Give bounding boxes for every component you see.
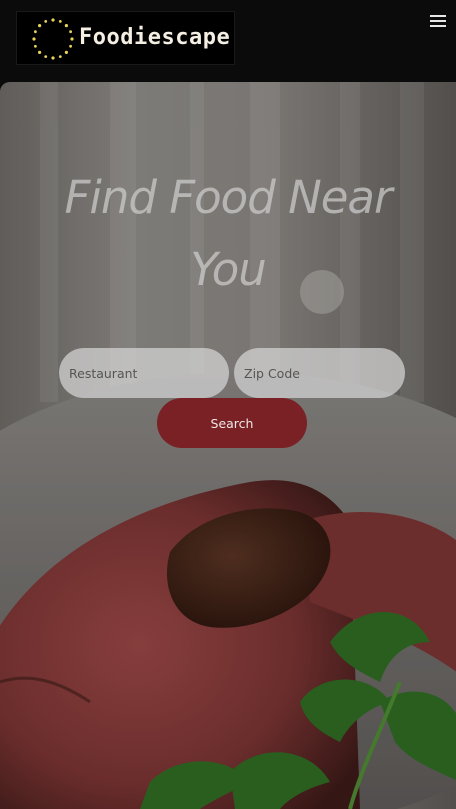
- brand-name: Foodiescape: [79, 25, 231, 50]
- sparkle-ring-icon: [32, 18, 74, 60]
- zip-code-input[interactable]: [234, 348, 405, 398]
- hamburger-menu-icon[interactable]: [424, 10, 448, 32]
- headline-line-2: You: [190, 243, 267, 296]
- hero-section: Find Food Near You Search: [0, 82, 456, 809]
- restaurant-input[interactable]: [59, 348, 229, 398]
- search-button[interactable]: Search: [157, 398, 307, 448]
- headline-line-1: Find Food Near: [64, 171, 392, 224]
- navbar: Foodiescape: [0, 0, 456, 82]
- brand-logo[interactable]: Foodiescape: [16, 11, 235, 65]
- hero-headline: Find Food Near You: [28, 162, 428, 306]
